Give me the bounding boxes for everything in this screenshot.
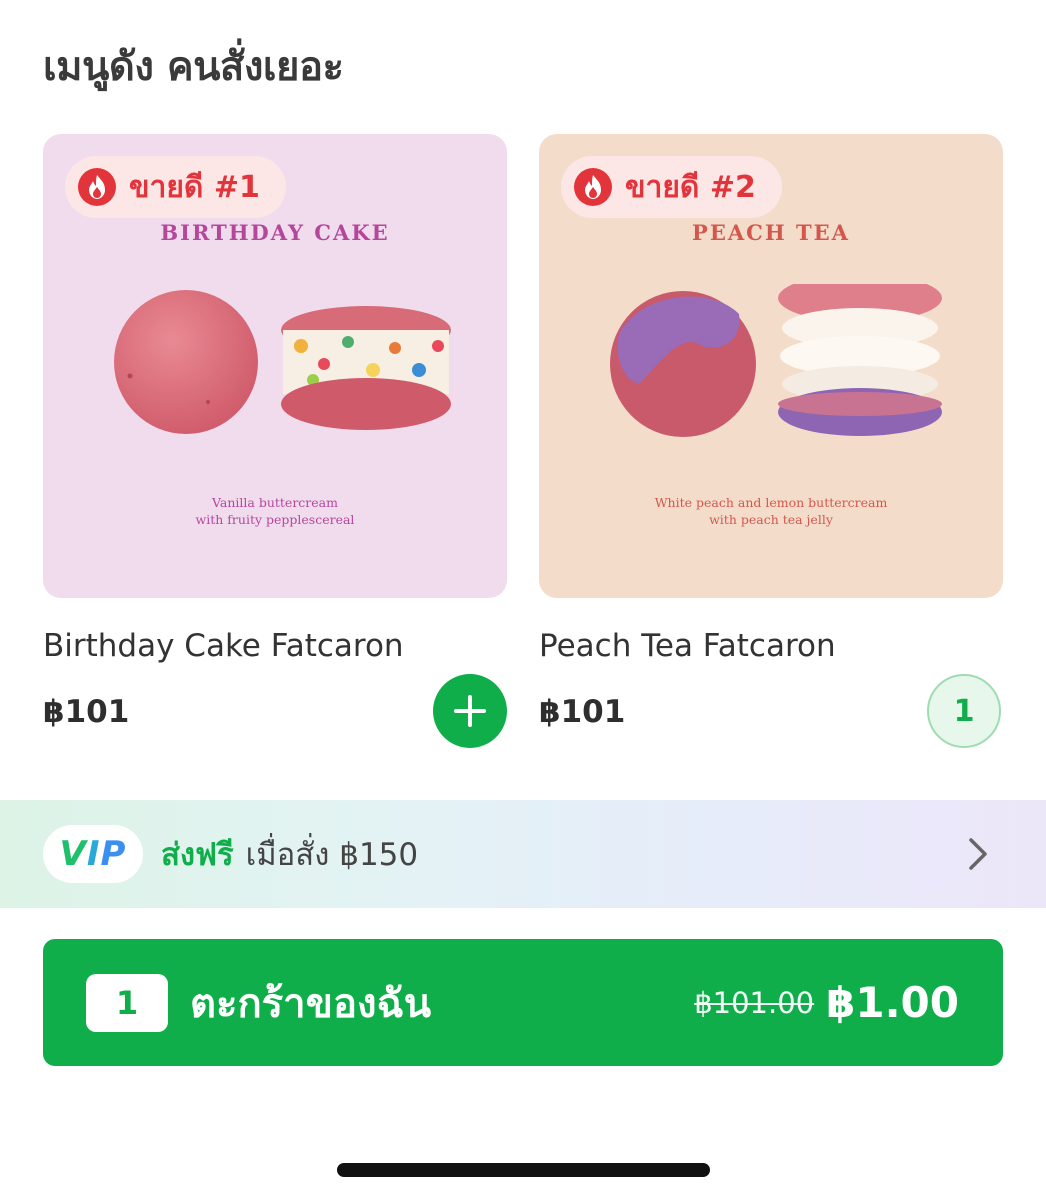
price-row: ฿101 1 [539, 674, 1003, 754]
quantity-button[interactable]: 1 [927, 674, 1001, 748]
product-card-birthday-cake[interactable]: ขายดี #1 BIRTHDAY CAKE Vanilla buttercre… [43, 134, 507, 754]
product-name[interactable]: Peach Tea Fatcaron [539, 628, 1003, 664]
free-delivery-label: ส่งฟรี [161, 837, 234, 873]
product-price: ฿101 [539, 694, 626, 730]
price-row: ฿101 [43, 674, 507, 754]
home-indicator[interactable] [337, 1163, 710, 1177]
product-card-peach-tea[interactable]: ขายดี #2 PEACH TEA White peach and lemon… [539, 134, 1003, 754]
section-title: เมนูดัง คนสั่งเยอะ [43, 44, 344, 90]
art-title: PEACH TEA [692, 220, 850, 245]
cart-prices: ฿101.00 ฿1.00 [694, 939, 959, 1066]
cart-item-count: 1 [86, 973, 168, 1032]
bestseller-badge: ขายดี #1 [65, 156, 286, 218]
vip-logo: VIP [43, 825, 143, 883]
flame-icon [78, 168, 116, 206]
plus-icon [454, 695, 486, 727]
art-title: BIRTHDAY CAKE [160, 220, 390, 245]
add-to-cart-button[interactable] [433, 674, 507, 748]
flame-icon [574, 168, 612, 206]
art-description: White peach and lemon buttercream with p… [654, 495, 888, 527]
discounted-price: ฿1.00 [826, 978, 959, 1027]
original-price: ฿101.00 [694, 985, 815, 1020]
product-image[interactable]: ขายดี #1 BIRTHDAY CAKE Vanilla buttercre… [43, 134, 507, 598]
bestseller-badge: ขายดี #2 [561, 156, 782, 218]
minimum-order-condition: เมื่อสั่ง ฿150 [245, 837, 419, 873]
cart-label: ตะกร้าของฉัน [190, 980, 432, 1027]
art-description: Vanilla buttercream with fruity pepplesc… [195, 495, 355, 527]
product-image[interactable]: ขายดี #2 PEACH TEA White peach and lemon… [539, 134, 1003, 598]
badge-label: ขายดี #2 [625, 169, 756, 205]
chevron-right-icon [969, 838, 987, 870]
badge-label: ขายดี #1 [129, 169, 260, 205]
product-price: ฿101 [43, 694, 130, 730]
macaron-illustration [610, 284, 942, 437]
macaron-illustration [114, 290, 451, 434]
vip-free-delivery-banner[interactable]: VIP ส่งฟรี เมื่อสั่ง ฿150 [0, 800, 1046, 908]
product-name[interactable]: Birthday Cake Fatcaron [43, 628, 507, 664]
view-cart-button[interactable]: 1 ตะกร้าของฉัน ฿101.00 ฿1.00 [43, 939, 1003, 1066]
